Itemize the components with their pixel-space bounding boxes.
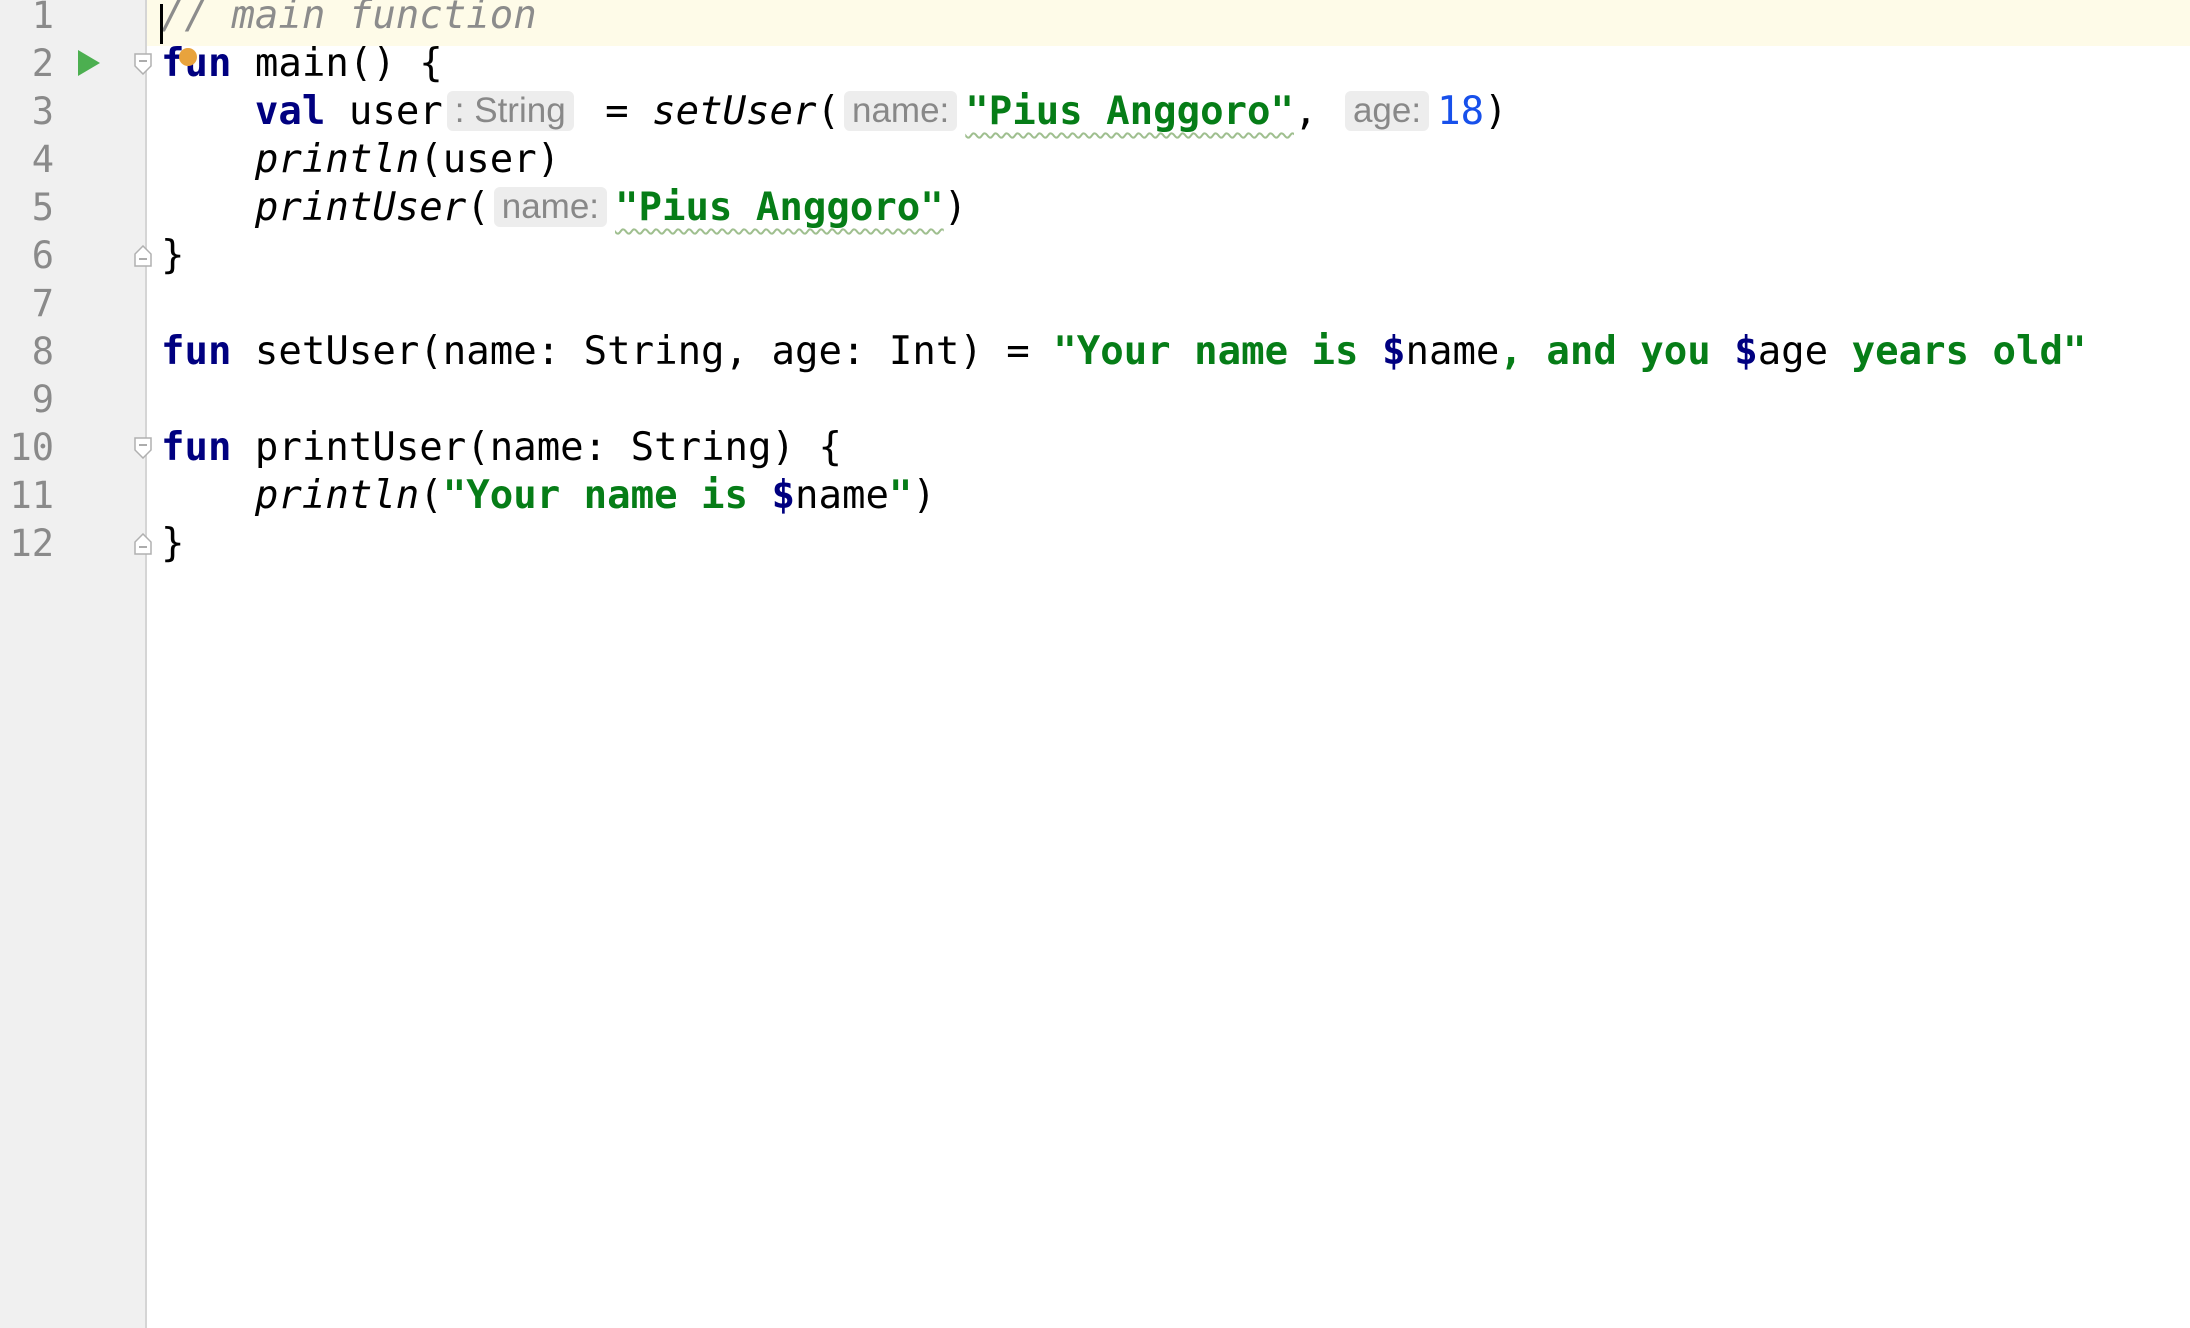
code-editor[interactable]: 1 // main function 2 fun main() { 3 val … bbox=[0, 0, 2190, 1328]
code-rest: printUser(name: String) { bbox=[231, 425, 842, 470]
code-text[interactable]: fun printUser(name: String) { bbox=[161, 424, 842, 472]
line-number: 7 bbox=[31, 282, 54, 325]
bulb-icon[interactable] bbox=[179, 48, 197, 66]
param-inlay-hint[interactable]: name: bbox=[493, 187, 608, 227]
code-line-8[interactable]: 8 fun setUser(name: String, age: Int) = … bbox=[0, 328, 2190, 376]
template-dollar: $ bbox=[771, 473, 795, 518]
param-inlay-hint[interactable]: name: bbox=[843, 91, 958, 131]
code-text[interactable]: } bbox=[161, 232, 184, 280]
variable-name: user bbox=[325, 89, 443, 134]
line-number: 5 bbox=[31, 186, 54, 229]
keyword: fun bbox=[161, 425, 232, 470]
string-literal: years old" bbox=[1828, 329, 2087, 374]
fold-end-icon[interactable] bbox=[133, 245, 153, 267]
fold-icon[interactable] bbox=[133, 437, 153, 459]
line-number: 2 bbox=[31, 42, 54, 85]
string-literal: " bbox=[888, 473, 913, 518]
assign: = bbox=[581, 89, 653, 134]
code-line-11[interactable]: 11 println("Your name is $name") bbox=[0, 472, 2190, 520]
code-text[interactable]: println("Your name is $name") bbox=[161, 472, 936, 520]
string-literal: "Pius Anggoro" bbox=[615, 185, 944, 230]
code-line-3[interactable]: 3 val user: String = setUser(name: "Pius … bbox=[0, 88, 2190, 136]
template-dollar: $ bbox=[1382, 329, 1406, 374]
keyword: fun bbox=[161, 41, 232, 86]
line-number: 1 bbox=[31, 0, 54, 37]
paren-close: ) bbox=[1484, 89, 1508, 134]
code-line-6[interactable]: 6 } bbox=[0, 232, 2190, 280]
fold-end-icon[interactable] bbox=[133, 533, 153, 555]
code-rest: main() { bbox=[231, 41, 443, 86]
number-literal: 18 bbox=[1437, 89, 1485, 134]
code-line-5[interactable]: 5 printUser(name: "Pius Anggoro") bbox=[0, 184, 2190, 232]
code-text[interactable]: printUser(name: "Pius Anggoro") bbox=[161, 184, 967, 232]
comment: // main function bbox=[161, 0, 537, 38]
keyword: val bbox=[254, 89, 326, 134]
line-number: 3 bbox=[31, 90, 54, 133]
line-number: 9 bbox=[31, 378, 54, 421]
param-inlay-hint[interactable]: age: bbox=[1344, 91, 1430, 131]
fold-icon[interactable] bbox=[133, 53, 153, 75]
code-rest: } bbox=[161, 233, 185, 278]
line-number: 11 bbox=[9, 474, 54, 517]
code-text[interactable]: fun main() { bbox=[161, 40, 443, 88]
template-variable: name bbox=[1405, 329, 1500, 374]
text-caret bbox=[160, 4, 163, 44]
line-number: 10 bbox=[9, 426, 54, 469]
paren-close: ) bbox=[912, 473, 936, 518]
function-call: println bbox=[254, 473, 420, 518]
code-text[interactable]: println(user) bbox=[161, 136, 560, 184]
line-number: 8 bbox=[31, 330, 54, 373]
line-number: 4 bbox=[31, 138, 54, 181]
function-signature: setUser(name: String, age: Int) = bbox=[231, 329, 1054, 374]
run-icon[interactable] bbox=[78, 50, 100, 76]
function-call: printUser bbox=[254, 185, 467, 230]
code-text[interactable]: fun setUser(name: String, age: Int) = "Y… bbox=[161, 328, 2086, 376]
function-call: println bbox=[254, 137, 420, 182]
string-literal: "Pius Anggoro" bbox=[965, 89, 1294, 134]
string-literal: "Your name is bbox=[442, 473, 772, 518]
paren-open: ( bbox=[466, 185, 490, 230]
separator: , bbox=[1294, 89, 1341, 134]
line-number: 12 bbox=[9, 522, 54, 565]
string-literal: , and you bbox=[1499, 329, 1735, 374]
code-text[interactable]: val user: String = setUser(name: "Pius An… bbox=[161, 88, 1508, 136]
template-variable: name bbox=[795, 473, 889, 518]
paren-close: ) bbox=[943, 185, 968, 230]
keyword: fun bbox=[161, 329, 232, 374]
code-line-12[interactable]: 12 } bbox=[0, 520, 2190, 568]
code-text[interactable]: // main function bbox=[161, 0, 537, 40]
code-rest: (user) bbox=[419, 137, 561, 182]
code-line-2[interactable]: 2 fun main() { bbox=[0, 40, 2190, 88]
code-line-1[interactable]: 1 // main function bbox=[0, 0, 2190, 40]
line-number: 6 bbox=[31, 234, 54, 277]
template-variable: age bbox=[1757, 329, 1829, 374]
paren-open: ( bbox=[419, 473, 443, 518]
paren-open: ( bbox=[816, 89, 840, 134]
code-text[interactable]: } bbox=[161, 520, 184, 568]
code-line-10[interactable]: 10 fun printUser(name: String) { bbox=[0, 424, 2190, 472]
code-line-9[interactable]: 9 bbox=[0, 376, 2190, 424]
code-rest: } bbox=[161, 521, 185, 566]
string-literal: "Your name is bbox=[1053, 329, 1382, 374]
code-line-7[interactable]: 7 bbox=[0, 280, 2190, 328]
code-line-4[interactable]: 4 println(user) bbox=[0, 136, 2190, 184]
template-dollar: $ bbox=[1734, 329, 1758, 374]
function-call: setUser bbox=[652, 89, 817, 134]
type-inlay-hint[interactable]: : String bbox=[446, 91, 574, 131]
